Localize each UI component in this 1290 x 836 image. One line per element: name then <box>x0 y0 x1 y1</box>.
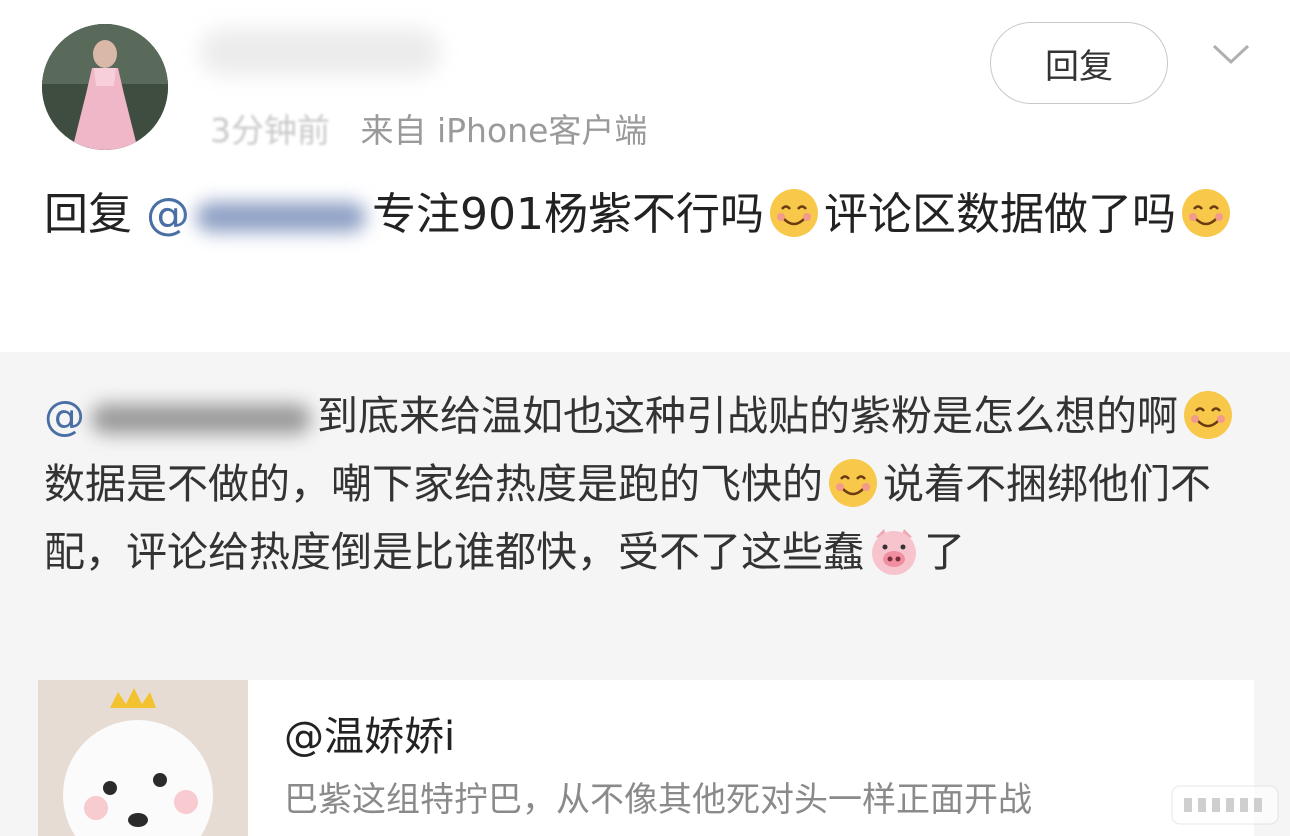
link-card[interactable]: @温娇娇i 巴紫这组特拧巴，从不像其他死对头一样正面开战 <box>38 680 1254 836</box>
smiling-face-emoji <box>1184 391 1232 439</box>
comment-part2: 评论区数据做了吗 <box>823 189 1176 240</box>
quoted-mention-link[interactable]: @ <box>44 392 317 440</box>
username-blurred <box>200 28 440 76</box>
pig-face-emoji <box>872 529 916 575</box>
quote-part2: 数据是不做的，嘲下家给热度是跑的飞快的 <box>44 460 823 508</box>
comment-text: 回复 @ 专注901杨紫不行吗 评论区数据做了吗 <box>44 180 1244 250</box>
avatar[interactable] <box>42 24 168 150</box>
card-thumbnail <box>38 680 248 836</box>
quote-part1: 到底来给温如也这种引战贴的紫粉是怎么想的啊 <box>317 392 1178 440</box>
card-title: @温娇娇i <box>284 714 456 760</box>
mention-link[interactable]: @ <box>146 189 372 240</box>
reply-prefix: 回复 <box>44 189 132 240</box>
smiling-face-emoji <box>829 459 877 507</box>
quote-part4: 了 <box>924 528 965 576</box>
post-source: 来自 iPhone客户端 <box>360 111 648 150</box>
chevron-down-icon[interactable] <box>1210 38 1252 68</box>
post-time: 3分钟前 <box>210 111 330 150</box>
smiling-face-emoji <box>769 189 818 237</box>
reply-button[interactable]: 回复 <box>990 22 1168 104</box>
post-meta: 3分钟前 来自 iPhone客户端 <box>210 104 648 150</box>
card-description: 巴紫这组特拧巴，从不像其他死对头一样正面开战 <box>284 780 1032 820</box>
smiling-face-emoji <box>1181 189 1230 237</box>
comment-part1: 专注901杨紫不行吗 <box>372 189 764 240</box>
quoted-post-text: @ 到底来给温如也这种引战贴的紫粉是怎么想的啊数据是不做的，嘲下家给热度是跑的飞快… <box>44 382 1254 586</box>
watermark-icon <box>1171 785 1279 825</box>
